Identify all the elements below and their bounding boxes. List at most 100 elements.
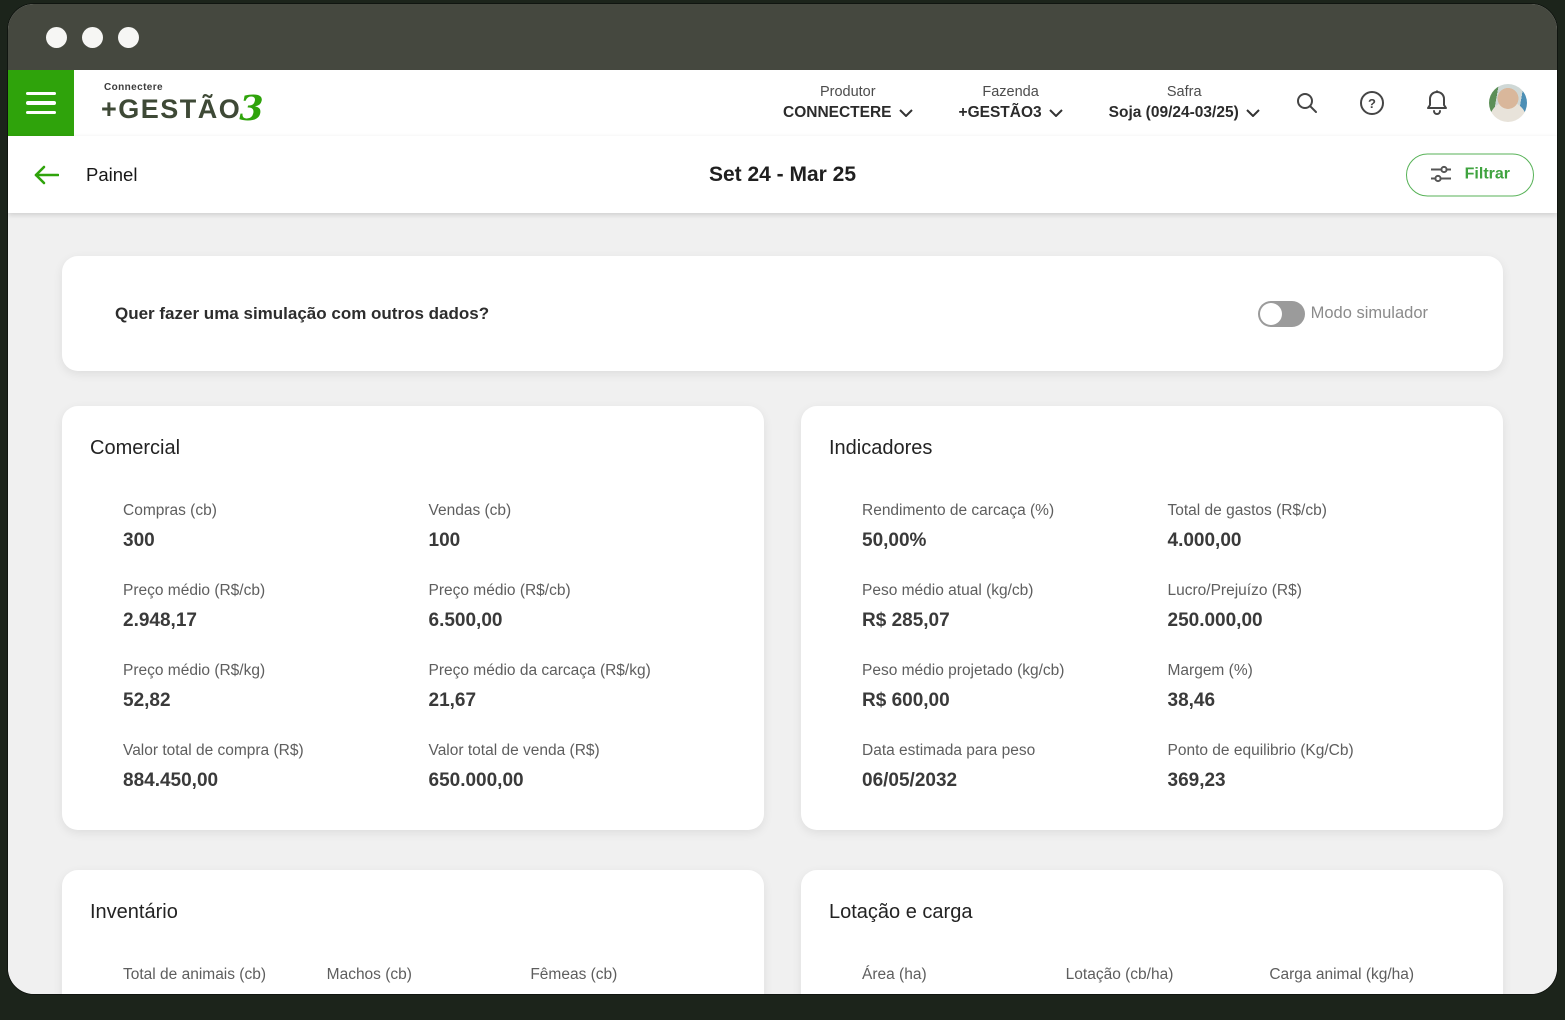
nav-icon-group: ?	[1295, 70, 1527, 136]
simulator-toggle[interactable]	[1258, 301, 1305, 327]
metric-ponto-equilibrio: Ponto de equilibrio (Kg/Cb) 369,23	[1168, 742, 1474, 792]
logo-digit-3: 3	[239, 95, 263, 123]
safra-dropdown[interactable]: Safra Soja (09/24-03/25)	[1109, 84, 1260, 122]
metric-femeas: Fêmeas (cb) 18	[530, 966, 734, 994]
bell-icon	[1425, 90, 1449, 116]
indicadores-card: Indicadores Rendimento de carcaça (%) 50…	[801, 406, 1503, 830]
metric-compras: Compras (cb) 300	[123, 502, 429, 552]
window-chrome-bar	[8, 4, 1557, 70]
chevron-down-icon	[899, 109, 913, 117]
metric-preco-medio-kg: Preço médio (R$/kg) 52,82	[123, 662, 429, 712]
metric-value: 06/05/2032	[862, 770, 1168, 792]
metric-lucro-prejuizo: Lucro/Prejuízo (R$) 250.000,00	[1168, 582, 1474, 632]
hamburger-menu-icon	[26, 111, 56, 115]
page-title: Painel	[86, 164, 137, 186]
metric-value: 50,00%	[862, 530, 1168, 552]
metric-value: 6.500,00	[429, 610, 735, 632]
metric-label: Data estimada para peso	[862, 742, 1168, 760]
simulator-toggle-label: Modo simulador	[1311, 304, 1428, 323]
metric-label: Rendimento de carcaça (%)	[862, 502, 1168, 520]
metric-value: 369,23	[1168, 770, 1474, 792]
filter-sliders-icon	[1430, 166, 1452, 184]
metric-peso-medio-projetado: Peso médio projetado (kg/cb) R$ 600,00	[862, 662, 1168, 712]
metric-machos: Machos (cb) 563	[327, 966, 531, 994]
fazenda-dropdown-value: +GESTÃO3	[959, 104, 1042, 122]
window-dot-2[interactable]	[82, 27, 103, 48]
metric-area: Área (ha) 475,45	[862, 966, 1066, 994]
indicadores-card-title: Indicadores	[829, 437, 1473, 460]
chevron-down-icon	[1246, 109, 1260, 117]
metric-value: 250.000,00	[1168, 610, 1474, 632]
metric-label: Lucro/Prejuízo (R$)	[1168, 582, 1474, 600]
metric-label: Preço médio (R$/kg)	[123, 662, 429, 680]
metric-preco-medio-carcaca: Preço médio da carcaça (R$/kg) 21,67	[429, 662, 735, 712]
safra-dropdown-value: Soja (09/24-03/25)	[1109, 104, 1239, 122]
comercial-card: Comercial Compras (cb) 300 Vendas (cb) 1…	[62, 406, 764, 830]
metric-label: Lotação (cb/ha)	[1066, 966, 1270, 984]
metric-peso-medio-atual: Peso médio atual (kg/cb) R$ 285,07	[862, 582, 1168, 632]
search-icon	[1295, 91, 1319, 115]
filter-button-label: Filtrar	[1465, 166, 1510, 184]
metric-value: R$ 285,07	[862, 610, 1168, 632]
period-range: Set 24 - Mar 25	[8, 163, 1557, 187]
metric-label: Margem (%)	[1168, 662, 1474, 680]
window-dot-3[interactable]	[118, 27, 139, 48]
back-arrow-icon	[33, 165, 59, 185]
metric-value: 300	[123, 530, 429, 552]
metric-value: R$ 600,00	[862, 690, 1168, 712]
logo-gestao-text: +GESTÃO	[101, 96, 241, 123]
metric-rendimento-carcaca: Rendimento de carcaça (%) 50,00%	[862, 502, 1168, 552]
metric-label: Vendas (cb)	[429, 502, 735, 520]
filter-button[interactable]: Filtrar	[1406, 153, 1534, 196]
page-header: Painel Set 24 - Mar 25 Filtrar	[8, 136, 1557, 213]
back-button[interactable]	[33, 165, 59, 185]
context-dropdowns: Produtor CONNECTERE Fazenda +GESTÃO3 Saf…	[783, 70, 1260, 136]
hamburger-menu-icon	[26, 92, 56, 96]
hamburger-menu-button[interactable]	[8, 70, 74, 136]
metric-label: Carga animal (kg/ha)	[1269, 966, 1473, 984]
user-avatar[interactable]	[1489, 84, 1527, 122]
metric-vendas: Vendas (cb) 100	[429, 502, 735, 552]
metric-value: 38,46	[1168, 690, 1474, 712]
metric-label: Valor total de compra (R$)	[123, 742, 429, 760]
chevron-down-icon	[1049, 109, 1063, 117]
metric-total-animais: Total de animais (cb) 581	[123, 966, 327, 994]
produtor-dropdown[interactable]: Produtor CONNECTERE	[783, 84, 913, 122]
metric-label: Peso médio atual (kg/cb)	[862, 582, 1168, 600]
metric-label: Preço médio da carcaça (R$/kg)	[429, 662, 735, 680]
fazenda-dropdown-label: Fazenda	[982, 84, 1038, 100]
help-button[interactable]: ?	[1359, 90, 1385, 116]
produtor-dropdown-value: CONNECTERE	[783, 104, 892, 122]
metric-lotacao: Lotação (cb/ha) 1,22	[1066, 966, 1270, 994]
metric-label: Preço médio (R$/cb)	[429, 582, 735, 600]
inventario-card: Inventário Total de animais (cb) 581 Mac…	[62, 870, 764, 994]
metric-data-estimada-peso: Data estimada para peso 06/05/2032	[862, 742, 1168, 792]
metric-value: 2.948,17	[123, 610, 429, 632]
produtor-dropdown-label: Produtor	[820, 84, 876, 100]
metric-valor-total-compra: Valor total de compra (R$) 884.450,00	[123, 742, 429, 792]
metric-value: 21,67	[429, 690, 735, 712]
lotacao-carga-card: Lotação e carga Área (ha) 475,45 Lotação…	[801, 870, 1503, 994]
app-logo: Connectere +GESTÃO 3	[101, 83, 264, 123]
hamburger-menu-icon	[26, 101, 56, 105]
metric-label: Área (ha)	[862, 966, 1066, 984]
fazenda-dropdown[interactable]: Fazenda +GESTÃO3	[959, 84, 1063, 122]
metric-value: 4.000,00	[1168, 530, 1474, 552]
top-navbar: Connectere +GESTÃO 3 Produtor CONNECTERE…	[8, 70, 1557, 136]
svg-text:?: ?	[1368, 96, 1376, 111]
search-button[interactable]	[1295, 91, 1319, 115]
metric-valor-total-venda: Valor total de venda (R$) 650.000,00	[429, 742, 735, 792]
help-icon: ?	[1359, 90, 1385, 116]
metric-label: Machos (cb)	[327, 966, 531, 984]
simulator-question: Quer fazer uma simulação com outros dado…	[115, 304, 1258, 324]
window-dot-1[interactable]	[46, 27, 67, 48]
metric-label: Fêmeas (cb)	[530, 966, 734, 984]
lotacao-carga-card-title: Lotação e carga	[829, 901, 1473, 924]
metric-label: Compras (cb)	[123, 502, 429, 520]
metric-label: Ponto de equilibrio (Kg/Cb)	[1168, 742, 1474, 760]
metric-carga-animal: Carga animal (kg/ha) 348,36	[1269, 966, 1473, 994]
metric-label: Peso médio projetado (kg/cb)	[862, 662, 1168, 680]
notifications-button[interactable]	[1425, 90, 1449, 116]
metric-total-gastos: Total de gastos (R$/cb) 4.000,00	[1168, 502, 1474, 552]
inventario-card-title: Inventário	[90, 901, 734, 924]
